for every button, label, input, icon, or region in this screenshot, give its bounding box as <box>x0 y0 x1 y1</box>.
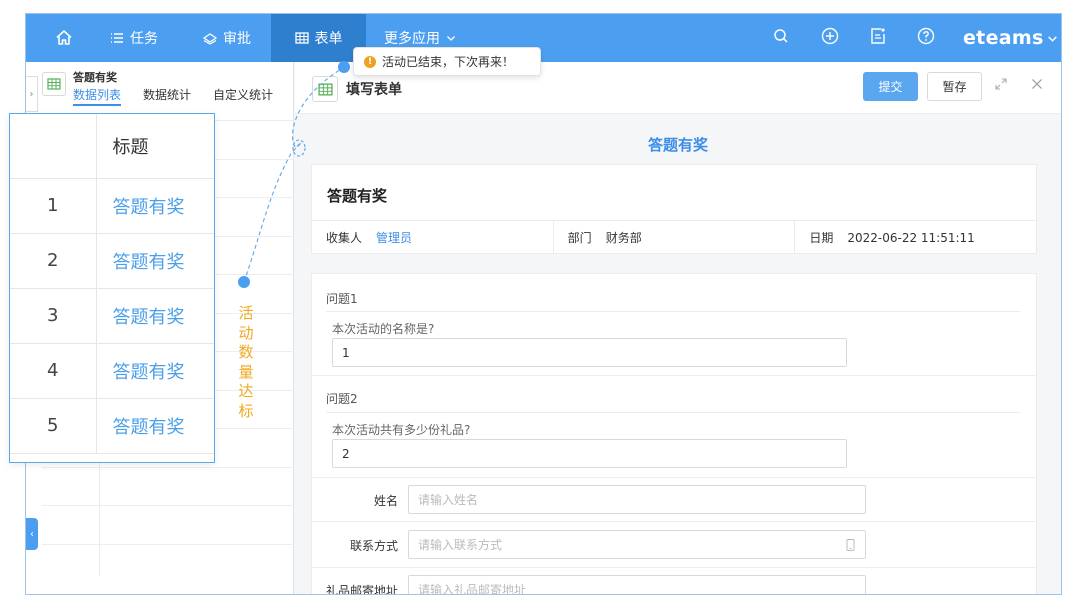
toast-text: 活动已结束，下次再来！ <box>382 55 515 69</box>
connector-loop <box>292 139 306 157</box>
activity-ended-toast: ! 活动已结束，下次再来！ <box>353 47 541 76</box>
connector-dot-end <box>338 61 350 73</box>
connector-line <box>243 67 344 283</box>
warning-icon: ! <box>364 55 376 68</box>
annotation-connector <box>238 61 350 288</box>
connector-dot-start <box>238 276 250 288</box>
